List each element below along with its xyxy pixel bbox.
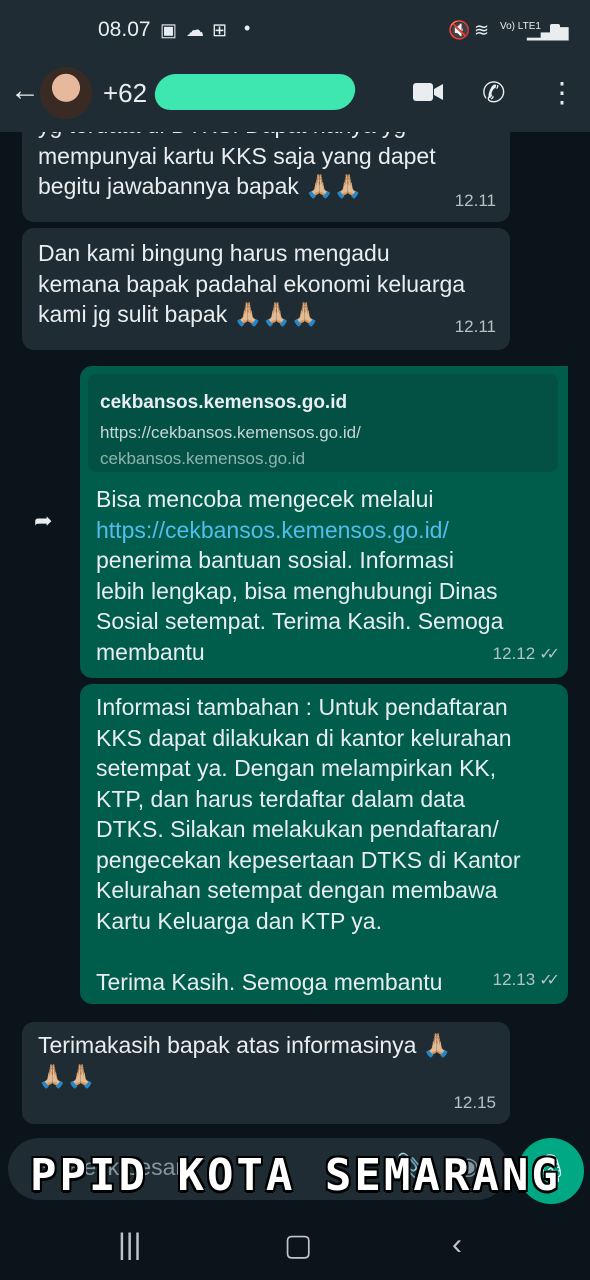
message-bubble-incoming[interactable]: yg terdata di DTKS. Dapat hanya yg mempu… (22, 132, 510, 222)
message-text: Informasi tambahan : Untuk pendaftaran K… (96, 694, 521, 995)
message-time: 12.11 (454, 316, 496, 336)
message-bubble-outgoing[interactable]: Informasi tambahan : Untuk pendaftaran K… (80, 684, 568, 1004)
image-icon: ▣ (160, 20, 178, 40)
link-preview-domain: cekbansos.kemensos.go.id (100, 449, 306, 468)
message-time-status: 12.13 ✓✓ (492, 965, 560, 997)
message-time: 12.15 (453, 1092, 496, 1112)
redaction-mark (152, 74, 358, 110)
message-time: 12.13 (492, 969, 536, 989)
link-preview[interactable]: cekbansos.kemensos.go.id https://cekbans… (88, 374, 558, 472)
avatar[interactable] (40, 67, 92, 119)
status-bar: 08.07 ▣ ☁ ⊞ • 🔇 ≋ Vo) LTE1 ▁▃▅ (0, 0, 590, 62)
message-text: yg terdata di DTKS. Dapat hanya yg mempu… (38, 132, 436, 199)
message-link[interactable]: https://cekbansos.kemensos.go.id/ (96, 515, 556, 546)
message-text: Terimakasih bapak atas informasinya 🙏🏼 🙏… (38, 1032, 452, 1089)
more-icon[interactable]: ⋮ (548, 76, 576, 109)
watermark: PPID KOTA SEMARANG (30, 1150, 561, 1201)
wifi-icon: ≋ (474, 20, 490, 40)
back-nav-icon[interactable]: ‹ (452, 1228, 462, 1262)
back-icon[interactable]: ← (10, 74, 40, 108)
message-bubble-incoming[interactable]: Terimakasih bapak atas informasinya 🙏🏼 🙏… (22, 1022, 510, 1124)
contact-name[interactable]: +62 (103, 78, 147, 109)
status-time: 08.07 (98, 18, 151, 41)
voice-call-icon[interactable]: ✆ (482, 76, 505, 109)
chat-header: ← +62 ✆ ⋮ (0, 62, 590, 132)
message-text: Bisa mencoba mengecek melalui (96, 486, 434, 512)
chat-area[interactable]: yg terdata di DTKS. Dapat hanya yg mempu… (0, 132, 590, 1142)
message-time-status: 12.12 ✓✓ (492, 639, 560, 671)
battery-icon (550, 24, 560, 40)
recent-apps-icon[interactable]: ||| (118, 1228, 141, 1262)
dot-icon: • (244, 18, 251, 38)
message-bubble-outgoing[interactable]: cekbansos.kemensos.go.id https://cekbans… (80, 366, 568, 678)
message-time: 12.12 (492, 643, 536, 663)
message-text: Dan kami bingung harus mengadu kemana ba… (38, 240, 466, 327)
video-call-icon[interactable] (412, 76, 444, 111)
signal-icon: ▁▃▅ (527, 20, 569, 40)
message-time: 12.11 (454, 190, 496, 210)
read-ticks-icon: ✓✓ (539, 971, 560, 989)
system-nav-bar: ||| ▢ ‹ (0, 1210, 590, 1280)
link-preview-title: cekbansos.kemensos.go.id (100, 392, 348, 413)
mute-icon: 🔇 (448, 20, 471, 40)
read-ticks-icon: ✓✓ (539, 645, 560, 663)
forward-icon[interactable]: ➦ (34, 508, 52, 534)
gift-icon: ⊞ (212, 20, 228, 40)
message-bubble-incoming[interactable]: Dan kami bingung harus mengadu kemana ba… (22, 228, 510, 350)
home-icon[interactable]: ▢ (284, 1228, 312, 1263)
cloud-icon: ☁ (186, 20, 204, 40)
message-text: penerima bantuan sosial. Informasi lebih… (96, 547, 504, 665)
